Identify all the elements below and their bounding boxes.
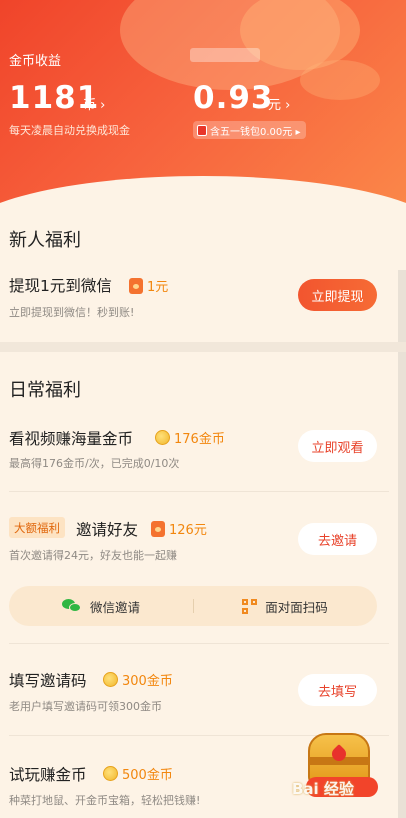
qr-code-icon [242, 598, 258, 614]
qr-scan-button[interactable]: 面对面扫码 [193, 597, 377, 616]
wallet-badge[interactable]: 含五一钱包0.00元 ▸ [193, 121, 307, 139]
task-subtitle-video: 最高得176金币/次，已完成0/10次 [9, 457, 180, 470]
row-divider [9, 491, 389, 492]
fill-invite-code-button[interactable]: 去填写 [298, 674, 377, 706]
watch-now-button[interactable]: 立即观看 [298, 430, 377, 462]
wallet-badge-text: 含五一钱包0.00元 ▸ [210, 126, 301, 138]
red-packet-icon [151, 520, 165, 537]
coin-earnings-label: 金币收益 [9, 54, 62, 69]
wechat-icon [61, 599, 82, 613]
task-subtitle-invite: 首次邀请得24元，好友也能一起赚 [9, 549, 177, 562]
daily-section-title: 日常福利 [9, 380, 81, 401]
task-reward-trial-play: 500金币 [103, 764, 173, 783]
reward-text: 126元 [169, 523, 207, 538]
task-reward-video: 176金币 [155, 428, 225, 447]
task-title-withdraw: 提现1元到微信 [9, 277, 112, 295]
red-packet-icon [197, 124, 207, 136]
blurred-info [190, 48, 260, 62]
invite-share-bar: 微信邀请 面对面扫码 [9, 586, 377, 626]
cash-unit-link[interactable]: 元 › [268, 94, 290, 113]
task-reward-invite: 126元 [151, 519, 207, 538]
task-subtitle-invite-code: 老用户填写邀请码可领300金币 [9, 700, 162, 713]
withdraw-now-button[interactable]: 立即提现 [298, 279, 377, 311]
task-title-invite-code: 填写邀请码 [9, 672, 87, 690]
task-reward-invite-code: 300金币 [103, 670, 173, 689]
wechat-invite-button[interactable]: 微信邀请 [9, 597, 193, 616]
task-title-trial-play: 试玩赚金币 [9, 766, 87, 784]
newbie-section-title: 新人福利 [9, 230, 81, 251]
coin-exchange-hint: 每天凌晨自动兑换成现金 [9, 124, 130, 137]
coin-icon [103, 672, 118, 687]
reward-text: 176金币 [174, 432, 225, 447]
watermark: Bai 经验 [292, 780, 354, 798]
wechat-invite-label: 微信邀请 [89, 599, 140, 615]
qr-scan-label: 面对面扫码 [265, 599, 328, 615]
coin-decoration-small [300, 60, 380, 100]
right-gutter [398, 270, 406, 818]
reward-text: 1元 [147, 280, 169, 295]
reward-text: 300金币 [122, 674, 173, 689]
row-divider [9, 643, 389, 644]
reward-text: 500金币 [122, 768, 173, 783]
earnings-header: 金币收益 1181 币 › 每天凌晨自动兑换成现金 0.93 元 › 含五一钱包… [0, 0, 406, 235]
task-reward-withdraw: 1元 [129, 276, 168, 295]
coin-unit-link[interactable]: 币 › [83, 94, 105, 113]
invite-button[interactable]: 去邀请 [298, 523, 377, 555]
coin-icon [155, 430, 170, 445]
big-welfare-tag: 大额福利 [9, 517, 65, 538]
section-divider [0, 342, 406, 352]
task-title-video: 看视频赚海量金币 [9, 430, 134, 448]
red-packet-icon [129, 277, 143, 294]
task-subtitle-trial-play: 种菜打地鼠、开金币宝箱，轻松把钱赚! [9, 794, 201, 807]
task-title-invite: 邀请好友 [76, 521, 139, 539]
share-separator [193, 599, 194, 613]
coin-icon [103, 766, 118, 781]
cash-balance[interactable]: 0.93 [193, 80, 274, 116]
task-subtitle-withdraw: 立即提现到微信！秒到账! [9, 306, 135, 319]
